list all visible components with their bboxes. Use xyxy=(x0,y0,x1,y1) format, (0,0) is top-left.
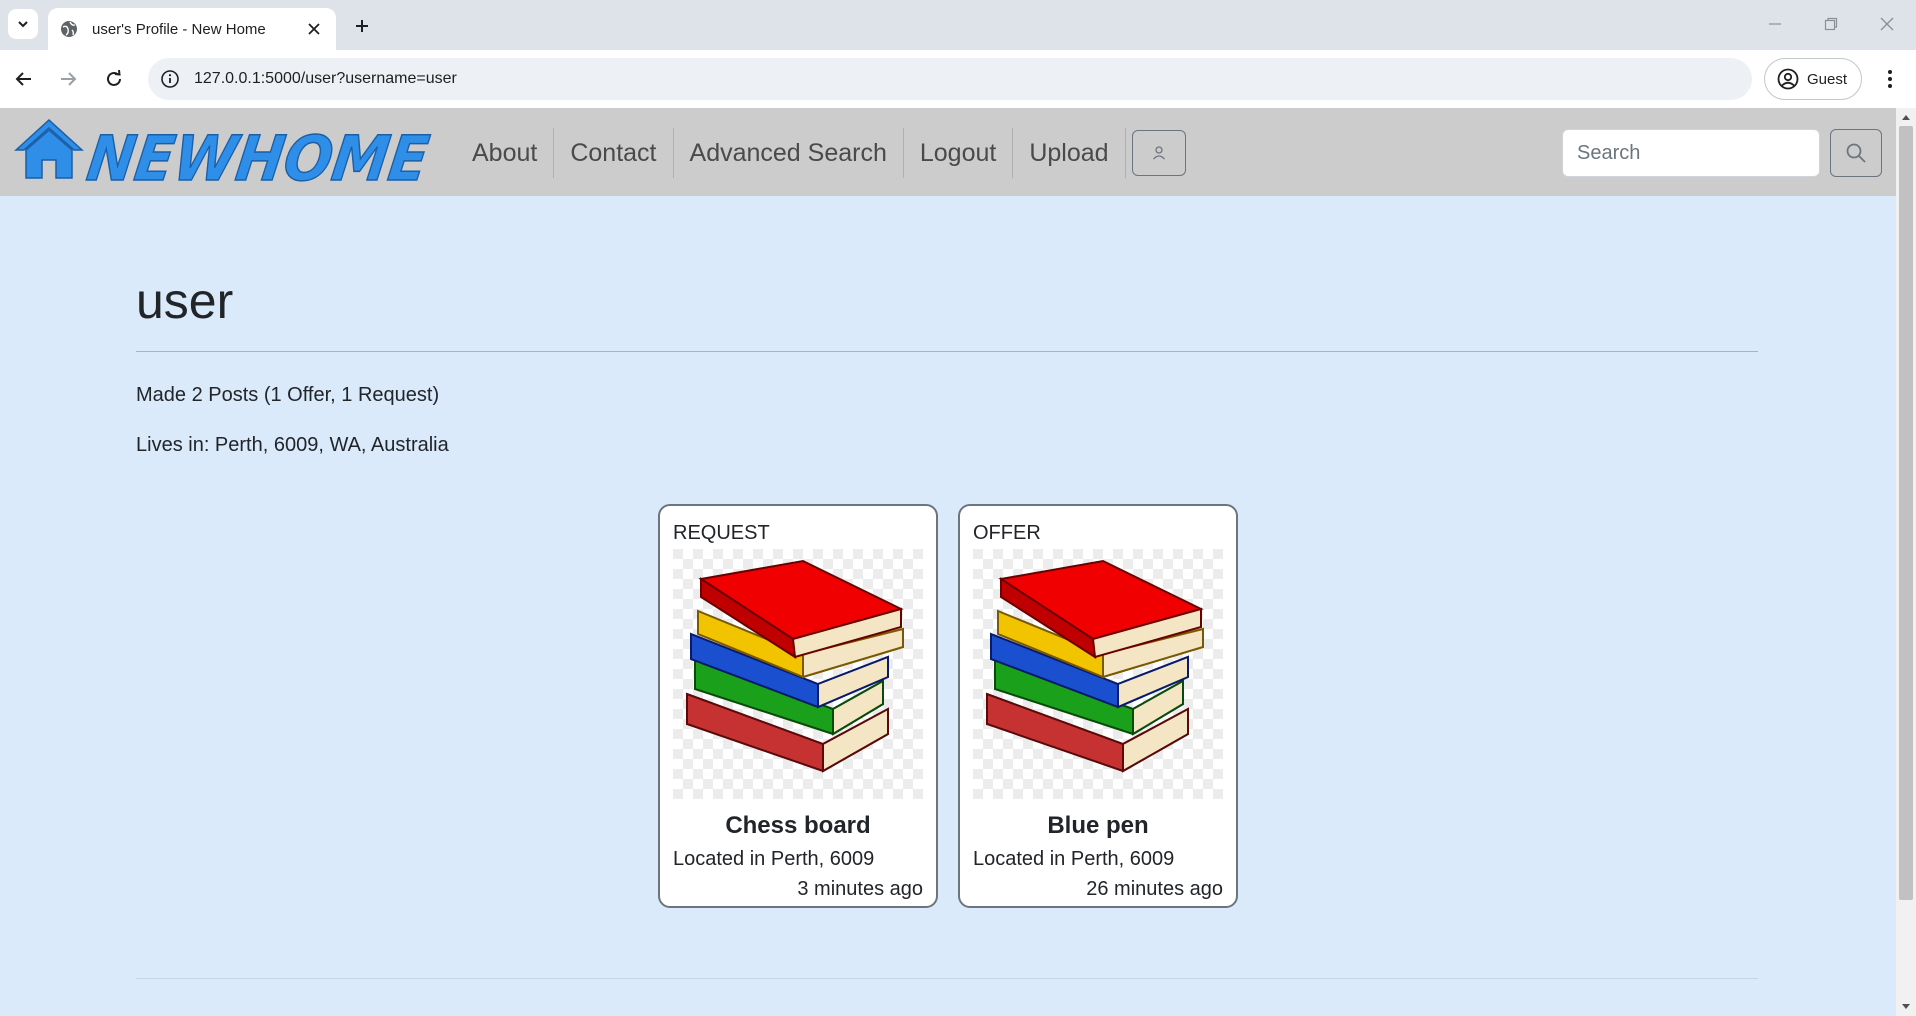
browser-menu-button[interactable] xyxy=(1876,63,1904,95)
scrollbar-thumb[interactable] xyxy=(1899,126,1913,900)
restore-icon xyxy=(1824,17,1838,31)
info-icon[interactable] xyxy=(160,69,180,89)
scroll-down-icon[interactable] xyxy=(1901,1002,1911,1012)
browser-tab-active[interactable]: user's Profile - New Home xyxy=(48,8,336,50)
nav-upload[interactable]: Upload xyxy=(1013,128,1126,178)
close-icon xyxy=(1880,17,1894,31)
posts-summary: Made 2 Posts (1 Offer, 1 Request) xyxy=(136,384,440,406)
nav-links: About Contact Advanced Search Logout Upl… xyxy=(456,128,1186,178)
tab-title: user's Profile - New Home xyxy=(92,20,266,38)
close-icon[interactable] xyxy=(304,19,324,39)
browser-toolbar: 127.0.0.1:5000/user?username=user Guest xyxy=(0,50,1916,108)
search-input[interactable] xyxy=(1562,129,1820,177)
post-time: 26 minutes ago xyxy=(1086,878,1223,900)
nav-about[interactable]: About xyxy=(456,128,555,178)
page-viewport: NEWHOME About Contact Advanced Search Lo… xyxy=(0,108,1896,1016)
post-title: Blue pen xyxy=(1047,812,1149,839)
page-scrollbar[interactable] xyxy=(1896,108,1916,1016)
post-card[interactable]: REQUEST Chess board Located in Perth, 60… xyxy=(658,504,938,908)
nav-contact[interactable]: Contact xyxy=(554,128,674,178)
arrow-left-icon xyxy=(15,72,31,86)
profile-label: Guest xyxy=(1807,70,1848,88)
scroll-up-icon[interactable] xyxy=(1901,112,1911,122)
chevron-down-icon xyxy=(18,21,28,28)
restore-button[interactable] xyxy=(1816,10,1846,38)
tab-search-button[interactable] xyxy=(8,9,38,39)
close-window-button[interactable] xyxy=(1872,10,1902,38)
divider xyxy=(136,351,1758,352)
post-location: Located in Perth, 6009 xyxy=(973,848,1175,870)
user-profile-button[interactable] xyxy=(1131,130,1186,176)
more-vert-icon xyxy=(1888,70,1892,88)
post-type: REQUEST xyxy=(673,522,770,544)
nav-logout[interactable]: Logout xyxy=(904,128,1014,178)
logo-text: NEWHOME xyxy=(83,122,433,190)
user-location: Lives in: Perth, 6009, WA, Australia xyxy=(136,434,449,456)
plus-icon xyxy=(356,20,368,32)
minimize-button[interactable] xyxy=(1760,10,1790,38)
site-logo[interactable]: NEWHOME xyxy=(14,116,434,196)
post-type: OFFER xyxy=(973,522,1041,544)
post-time: 3 minutes ago xyxy=(797,878,923,900)
globe-icon xyxy=(60,20,78,38)
post-title: Chess board xyxy=(725,812,871,839)
search-icon xyxy=(1846,143,1866,163)
books-image xyxy=(673,549,923,799)
reload-button[interactable] xyxy=(98,63,130,95)
browser-profile-button[interactable]: Guest xyxy=(1764,58,1862,100)
address-bar[interactable]: 127.0.0.1:5000/user?username=user xyxy=(148,58,1752,100)
post-card[interactable]: OFFER Blue pen Located in Perth, 6009 26… xyxy=(958,504,1238,908)
arrow-right-icon xyxy=(61,72,77,86)
person-icon xyxy=(1152,146,1165,160)
browser-tabstrip: user's Profile - New Home xyxy=(0,0,1916,50)
books-image xyxy=(973,549,1223,799)
reload-icon xyxy=(107,70,121,86)
search-button[interactable] xyxy=(1830,129,1882,177)
new-tab-button[interactable] xyxy=(348,12,376,40)
back-button[interactable] xyxy=(8,63,40,95)
minimize-icon xyxy=(1769,23,1781,25)
site-navbar: NEWHOME About Contact Advanced Search Lo… xyxy=(0,108,1896,196)
forward-button[interactable] xyxy=(52,63,84,95)
post-location: Located in Perth, 6009 xyxy=(673,848,875,870)
nav-advanced-search[interactable]: Advanced Search xyxy=(674,128,904,178)
footer-divider xyxy=(136,978,1758,979)
house-icon xyxy=(14,118,84,179)
account-circle-icon xyxy=(1777,68,1799,90)
page-title: user xyxy=(136,273,234,329)
url-text: 127.0.0.1:5000/user?username=user xyxy=(194,70,457,87)
